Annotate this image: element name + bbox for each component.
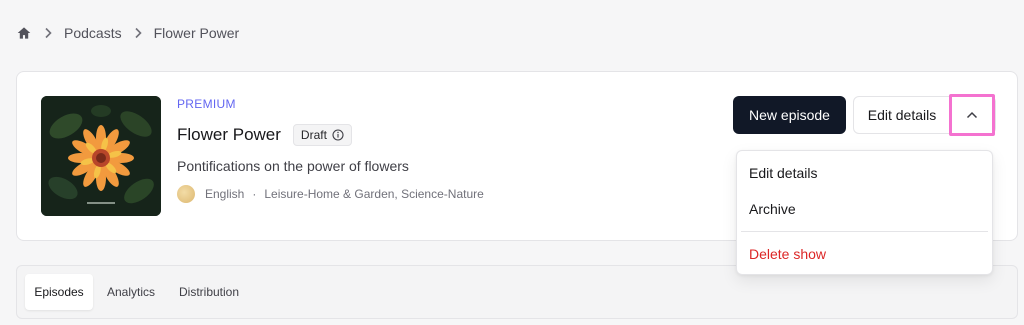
show-description: Pontifications on the power of flowers [177, 158, 409, 174]
more-actions-toggle[interactable] [949, 94, 995, 136]
edit-details-button[interactable]: Edit details [854, 97, 950, 133]
more-actions-menu: Edit details Archive Delete show [736, 150, 993, 275]
status-badge-label: Draft [300, 128, 327, 142]
new-episode-button[interactable]: New episode [733, 96, 846, 134]
show-tier-label: PREMIUM [177, 97, 236, 111]
chevron-right-icon [134, 27, 142, 39]
show-categories: Leisure-Home & Garden, Science-Nature [264, 187, 484, 201]
show-title-row: Flower Power Draft [177, 124, 352, 146]
tab-episodes[interactable]: Episodes [25, 274, 93, 310]
show-cover-image [41, 96, 161, 216]
chevron-right-icon [44, 27, 52, 39]
chevron-up-icon [966, 106, 978, 124]
menu-item-edit-details[interactable]: Edit details [749, 165, 817, 181]
menu-item-archive[interactable]: Archive [749, 201, 796, 217]
menu-item-delete-show[interactable]: Delete show [749, 246, 826, 262]
show-title: Flower Power [177, 125, 281, 144]
breadcrumb: Podcasts Flower Power [17, 22, 239, 44]
home-icon[interactable] [17, 26, 32, 41]
meta-separator: · [252, 187, 257, 201]
show-meta: English · Leisure-Home & Garden, Science… [177, 185, 484, 203]
tab-distribution[interactable]: Distribution [171, 274, 247, 310]
language-avatar [177, 185, 195, 203]
edit-details-button-group: Edit details [853, 94, 996, 136]
status-badge: Draft [292, 124, 352, 146]
info-icon[interactable] [332, 129, 344, 141]
show-language: English [205, 187, 245, 201]
breadcrumb-current: Flower Power [153, 25, 240, 41]
menu-divider [741, 231, 988, 232]
breadcrumb-link-podcasts[interactable]: Podcasts [64, 25, 122, 41]
tab-analytics[interactable]: Analytics [99, 274, 163, 310]
